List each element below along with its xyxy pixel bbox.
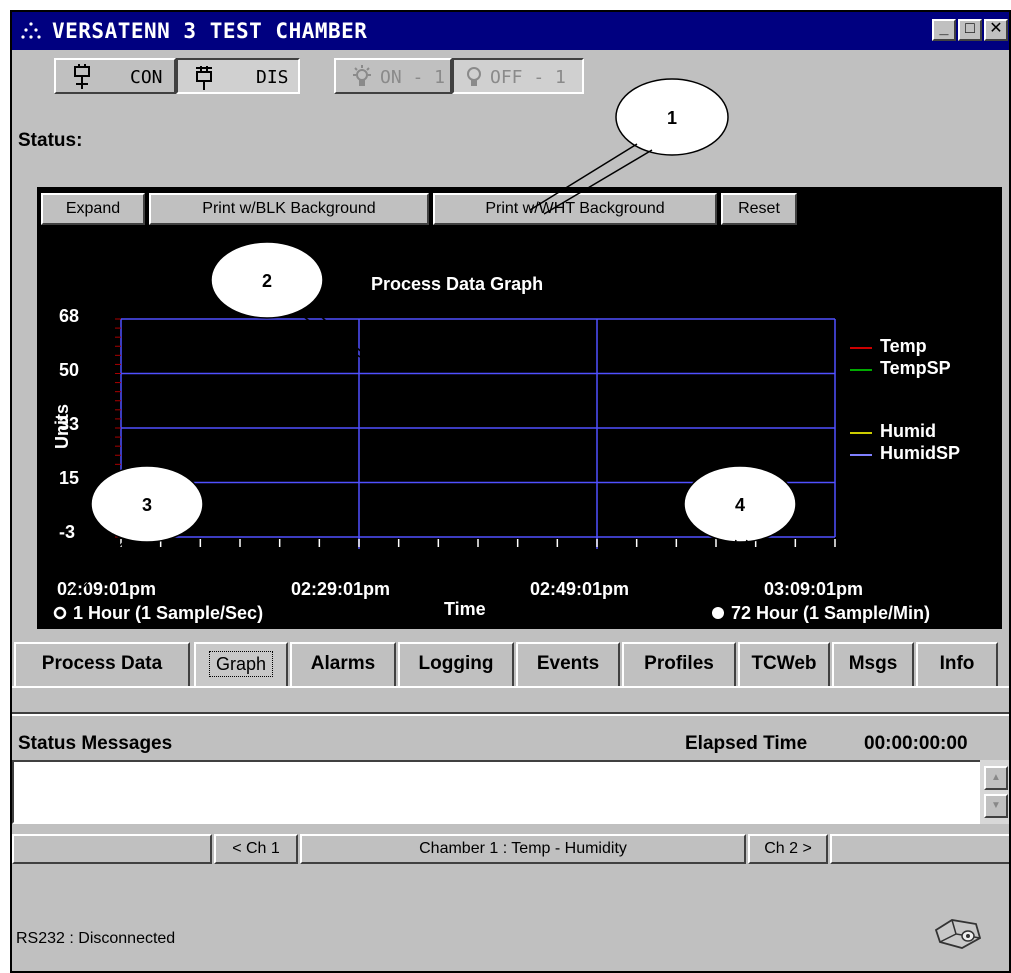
callout-2 xyxy=(210,241,365,358)
tab-label: TCWeb xyxy=(751,653,817,674)
tab-logging[interactable]: Logging xyxy=(398,642,514,686)
rs232-status: RS232 : Disconnected xyxy=(16,930,176,947)
tab-alarms[interactable]: Alarms xyxy=(290,642,396,686)
divider xyxy=(12,714,1009,716)
channel-bar-spacer xyxy=(12,834,212,864)
tab-events[interactable]: Events xyxy=(516,642,620,686)
tab-label: Logging xyxy=(418,653,494,674)
tab-msgs[interactable]: Msgs xyxy=(832,642,914,686)
callout-1 xyxy=(529,78,729,215)
next-channel-button[interactable]: Ch 2 > xyxy=(748,834,828,864)
callout-4 xyxy=(683,465,797,599)
callout-2-label: 2 xyxy=(262,271,272,291)
tab-label: Info xyxy=(939,653,975,674)
tab-graph[interactable]: Graph xyxy=(194,642,288,686)
tab-tcweb[interactable]: TCWeb xyxy=(738,642,830,686)
prev-channel-button[interactable]: < Ch 1 xyxy=(214,834,298,864)
tab-label: Alarms xyxy=(310,653,376,674)
elapsed-time-label: Elapsed Time xyxy=(685,733,808,754)
callout-overlay: 1 2 3 4 xyxy=(69,78,797,599)
channel-bar-spacer xyxy=(830,834,1009,864)
callout-1-label: 1 xyxy=(667,108,677,128)
tab-profiles[interactable]: Profiles xyxy=(622,642,736,686)
scroll-up-arrow-icon[interactable]: ▲ xyxy=(984,766,1008,790)
tab-label: Graph xyxy=(208,651,274,677)
tab-label: Msgs xyxy=(848,653,898,674)
scroll-down-arrow-icon[interactable]: ▼ xyxy=(984,794,1008,818)
channel-name: Chamber 1 : Temp - Humidity xyxy=(300,834,746,864)
tab-label: Process Data xyxy=(41,653,163,674)
tab-label: Events xyxy=(536,653,600,674)
status-messages-heading: Status Messages xyxy=(18,733,173,754)
callout-3-label: 3 xyxy=(142,495,152,515)
status-messages-box[interactable] xyxy=(12,760,980,824)
tab-strip-border xyxy=(12,686,1009,688)
serial-cable-icon xyxy=(934,919,982,949)
elapsed-time-value: 00:00:00:00 xyxy=(864,733,968,754)
callout-4-label: 4 xyxy=(735,495,745,515)
app-window: VERSATENN 3 TEST CHAMBER _ □ ✕ CON DIS O… xyxy=(10,10,1011,973)
status-messages-scrollbar[interactable]: ▲ ▼ xyxy=(980,760,1009,824)
tab-info[interactable]: Info xyxy=(916,642,998,686)
tab-label: Profiles xyxy=(644,653,714,674)
tab-process-data[interactable]: Process Data xyxy=(14,642,190,686)
callout-3 xyxy=(69,465,204,599)
